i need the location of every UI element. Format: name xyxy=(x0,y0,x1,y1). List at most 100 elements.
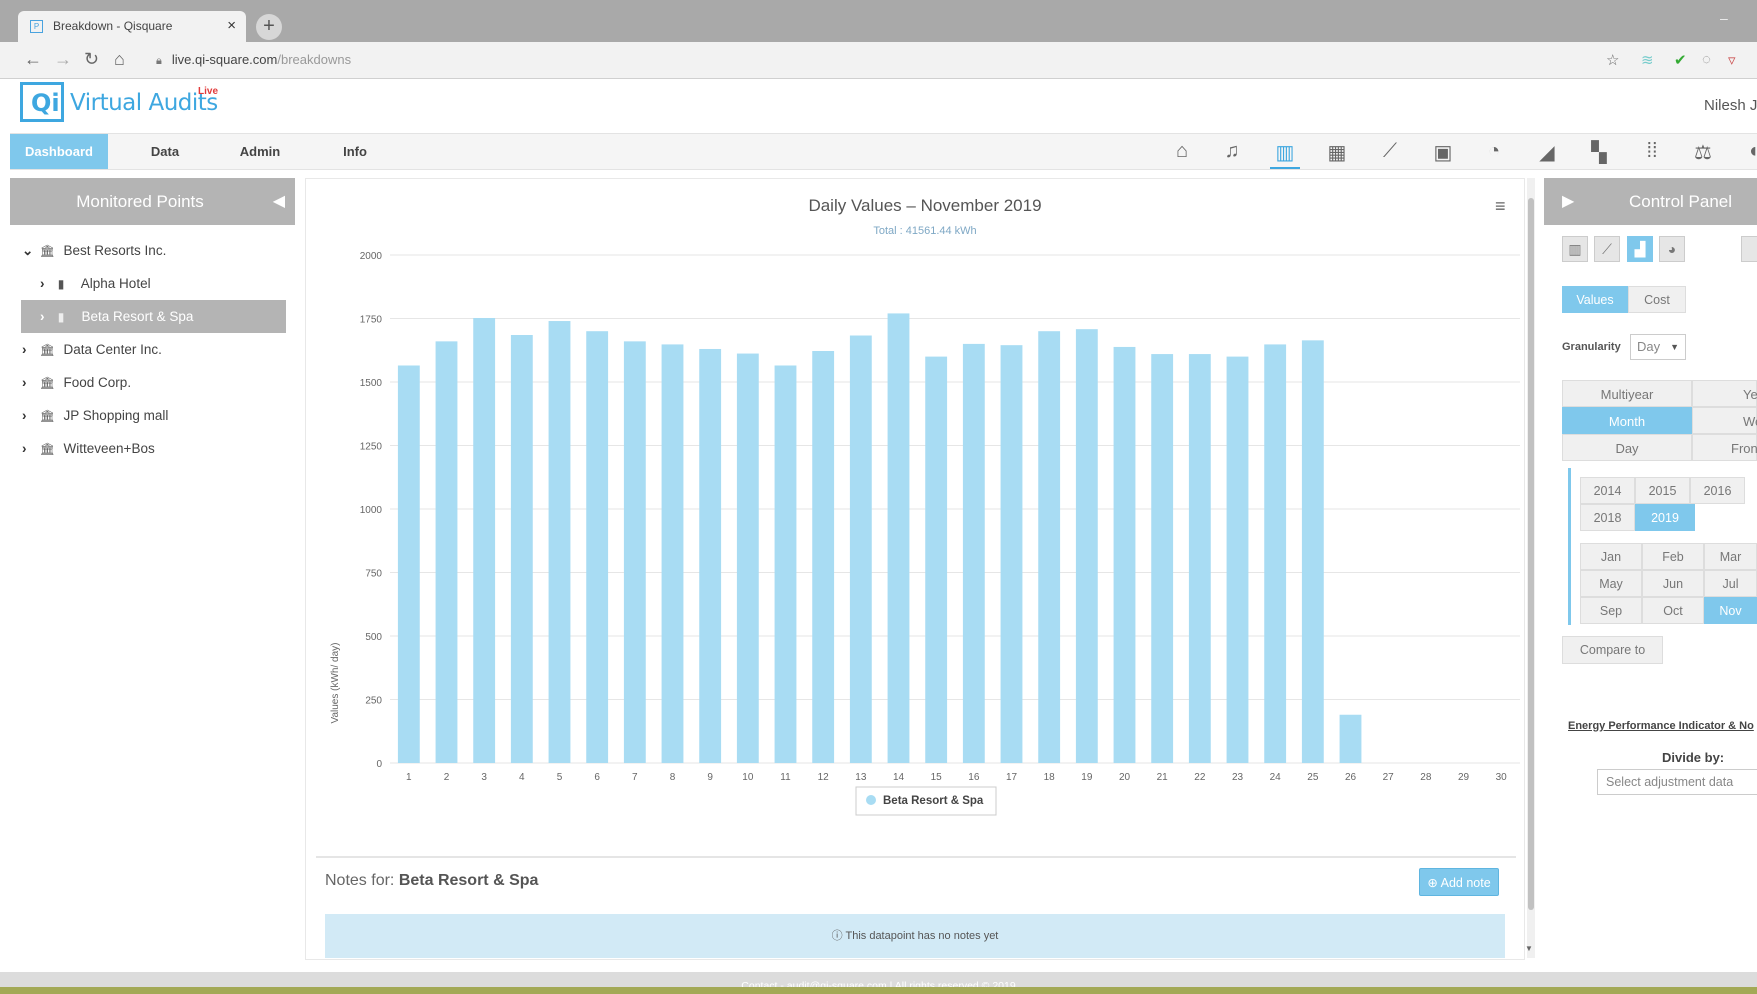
expand-right-icon[interactable]: ▶ xyxy=(1562,191,1574,211)
user-name[interactable]: Nilesh J xyxy=(1704,97,1757,114)
chart-type-pie-icon[interactable]: ◕ xyxy=(1659,236,1685,262)
home-icon[interactable]: ⌂ xyxy=(1167,140,1197,163)
tree-item-best-resorts[interactable]: ⌄ 🏛︎ Best Resorts Inc. xyxy=(22,234,282,267)
area-chart-icon[interactable]: ◢ xyxy=(1532,140,1562,165)
bar-day-13[interactable] xyxy=(849,335,872,763)
chevron-right-icon[interactable]: › xyxy=(22,432,36,465)
money-icon[interactable]: ▣ xyxy=(1428,140,1458,165)
nav-dashboard[interactable]: Dashboard xyxy=(10,134,108,169)
more-icon[interactable]: ◖ xyxy=(1738,140,1757,163)
extension-wave-icon[interactable]: ≋ xyxy=(1641,51,1654,69)
tree-item-alpha-hotel[interactable]: › ▮ Alpha Hotel xyxy=(40,267,282,300)
bar-day-9[interactable] xyxy=(699,348,722,763)
bar-day-6[interactable] xyxy=(586,331,609,763)
nav-data[interactable]: Data xyxy=(130,134,200,169)
year-2014[interactable]: 2014 xyxy=(1580,477,1635,504)
bar-day-16[interactable] xyxy=(962,343,985,763)
chevron-right-icon[interactable]: › xyxy=(22,333,36,366)
values-toggle[interactable]: Values xyxy=(1562,286,1628,313)
month-feb[interactable]: Feb xyxy=(1642,543,1704,570)
bar-day-26[interactable] xyxy=(1339,714,1362,763)
compare-to-button[interactable]: Compare to xyxy=(1562,636,1663,664)
bar-day-11[interactable] xyxy=(774,365,797,763)
bar-day-14[interactable] xyxy=(887,313,910,763)
bar-day-24[interactable] xyxy=(1264,344,1287,763)
bar-day-21[interactable] xyxy=(1151,354,1174,763)
extension-circle-icon[interactable]: ◌ xyxy=(1702,51,1711,68)
chart-legend[interactable]: Beta Resort & Spa xyxy=(855,786,997,816)
bar-day-7[interactable] xyxy=(623,341,646,763)
chevron-down-icon[interactable]: ⌄ xyxy=(22,234,36,267)
chart-menu-icon[interactable]: ≡ xyxy=(1495,196,1506,217)
bar-day-12[interactable] xyxy=(812,351,835,763)
adjustment-select[interactable]: Select adjustment data xyxy=(1597,769,1757,795)
chart-type-line-icon[interactable]: ⟋ xyxy=(1594,236,1620,262)
chart-type-column-icon[interactable]: ▟ xyxy=(1627,236,1653,262)
month-may[interactable]: May xyxy=(1580,570,1642,597)
extension-pocket-icon[interactable]: ▿ xyxy=(1728,51,1736,69)
bar-chart-icon[interactable]: ▥ xyxy=(1270,140,1300,169)
period-multiyear[interactable]: Multiyear xyxy=(1562,380,1692,407)
scale-icon[interactable]: ⚖︎ xyxy=(1688,140,1718,165)
bar-day-17[interactable] xyxy=(1000,345,1023,763)
bar-day-22[interactable] xyxy=(1188,354,1211,763)
bar-day-5[interactable] xyxy=(548,321,571,763)
period-day[interactable]: Day xyxy=(1562,434,1692,461)
bar-day-2[interactable] xyxy=(435,341,458,763)
tree-item-beta-resort[interactable]: › ▮ Beta Resort & Spa xyxy=(21,300,286,333)
chart-type-bar-icon[interactable]: ▥ xyxy=(1562,236,1588,262)
period-month[interactable]: Month xyxy=(1562,407,1692,434)
tree-item-witteveen[interactable]: › 🏛︎ Witteveen+Bos xyxy=(22,432,282,465)
month-jan[interactable]: Jan xyxy=(1580,543,1642,570)
line-chart-icon[interactable]: ⟋ xyxy=(1375,140,1405,163)
bar-day-4[interactable] xyxy=(510,335,533,763)
month-mar[interactable]: Mar xyxy=(1704,543,1757,570)
grid-icon[interactable]: ▚ xyxy=(1584,140,1614,165)
url-field[interactable]: 🔒︎ live.qi-square.com/breakdowns xyxy=(156,52,351,68)
dots-grid-icon[interactable]: ⁞⁞ xyxy=(1637,140,1667,163)
nav-admin[interactable]: Admin xyxy=(225,134,295,169)
tree-item-data-center[interactable]: › 🏛︎ Data Center Inc. xyxy=(22,333,282,366)
year-2015[interactable]: 2015 xyxy=(1635,477,1690,504)
year-2019[interactable]: 2019 xyxy=(1635,504,1695,531)
home-browser-icon[interactable]: ⌂ xyxy=(114,49,125,70)
month-jun[interactable]: Jun xyxy=(1642,570,1704,597)
add-note-button[interactable]: ⊕ Add note xyxy=(1419,868,1499,896)
scroll-down-icon[interactable]: ▼ xyxy=(1525,944,1533,953)
month-nov[interactable]: Nov xyxy=(1704,597,1757,624)
bar-day-23[interactable] xyxy=(1226,356,1249,763)
cp-extra-button[interactable] xyxy=(1741,236,1757,262)
nav-info[interactable]: Info xyxy=(320,134,390,169)
chevron-right-icon[interactable]: › xyxy=(22,399,36,432)
extension-check-icon[interactable]: ✔ xyxy=(1674,51,1687,69)
bar-day-19[interactable] xyxy=(1075,329,1098,763)
month-jul[interactable]: Jul xyxy=(1704,570,1757,597)
chevron-right-icon[interactable]: › xyxy=(40,267,54,300)
epi-link[interactable]: Energy Performance Indicator & No xyxy=(1568,720,1754,732)
collapse-left-icon[interactable]: ◀ xyxy=(273,191,285,211)
forward-icon[interactable]: → xyxy=(54,49,72,70)
period-from[interactable]: Fron xyxy=(1692,434,1757,461)
bar-day-3[interactable] xyxy=(473,317,496,763)
calculator-icon[interactable]: ▦ xyxy=(1322,140,1352,165)
tree-item-jp-shopping[interactable]: › 🏛︎ JP Shopping mall xyxy=(22,399,282,432)
bar-day-1[interactable] xyxy=(397,365,420,763)
cost-toggle[interactable]: Cost xyxy=(1628,286,1686,313)
browser-tab[interactable]: P Breakdown - Qisquare × xyxy=(18,11,246,42)
year-2018[interactable]: 2018 xyxy=(1580,504,1635,531)
period-year[interactable]: Ye xyxy=(1692,380,1757,407)
bar-day-18[interactable] xyxy=(1038,331,1061,763)
reload-icon[interactable]: ↻ xyxy=(84,49,99,70)
bookmark-star-icon[interactable]: ☆ xyxy=(1606,51,1619,69)
tree-item-food-corp[interactable]: › 🏛︎ Food Corp. xyxy=(22,366,282,399)
scrollbar-thumb[interactable] xyxy=(1528,198,1534,910)
minimize-button[interactable]: – xyxy=(1720,10,1728,26)
close-tab-icon[interactable]: × xyxy=(227,17,236,34)
year-2016[interactable]: 2016 xyxy=(1690,477,1745,504)
bar-day-10[interactable] xyxy=(736,353,759,763)
month-oct[interactable]: Oct xyxy=(1642,597,1704,624)
bar-day-20[interactable] xyxy=(1113,346,1136,763)
bar-day-8[interactable] xyxy=(661,344,684,763)
period-week[interactable]: We xyxy=(1692,407,1757,434)
back-icon[interactable]: ← xyxy=(24,49,42,70)
